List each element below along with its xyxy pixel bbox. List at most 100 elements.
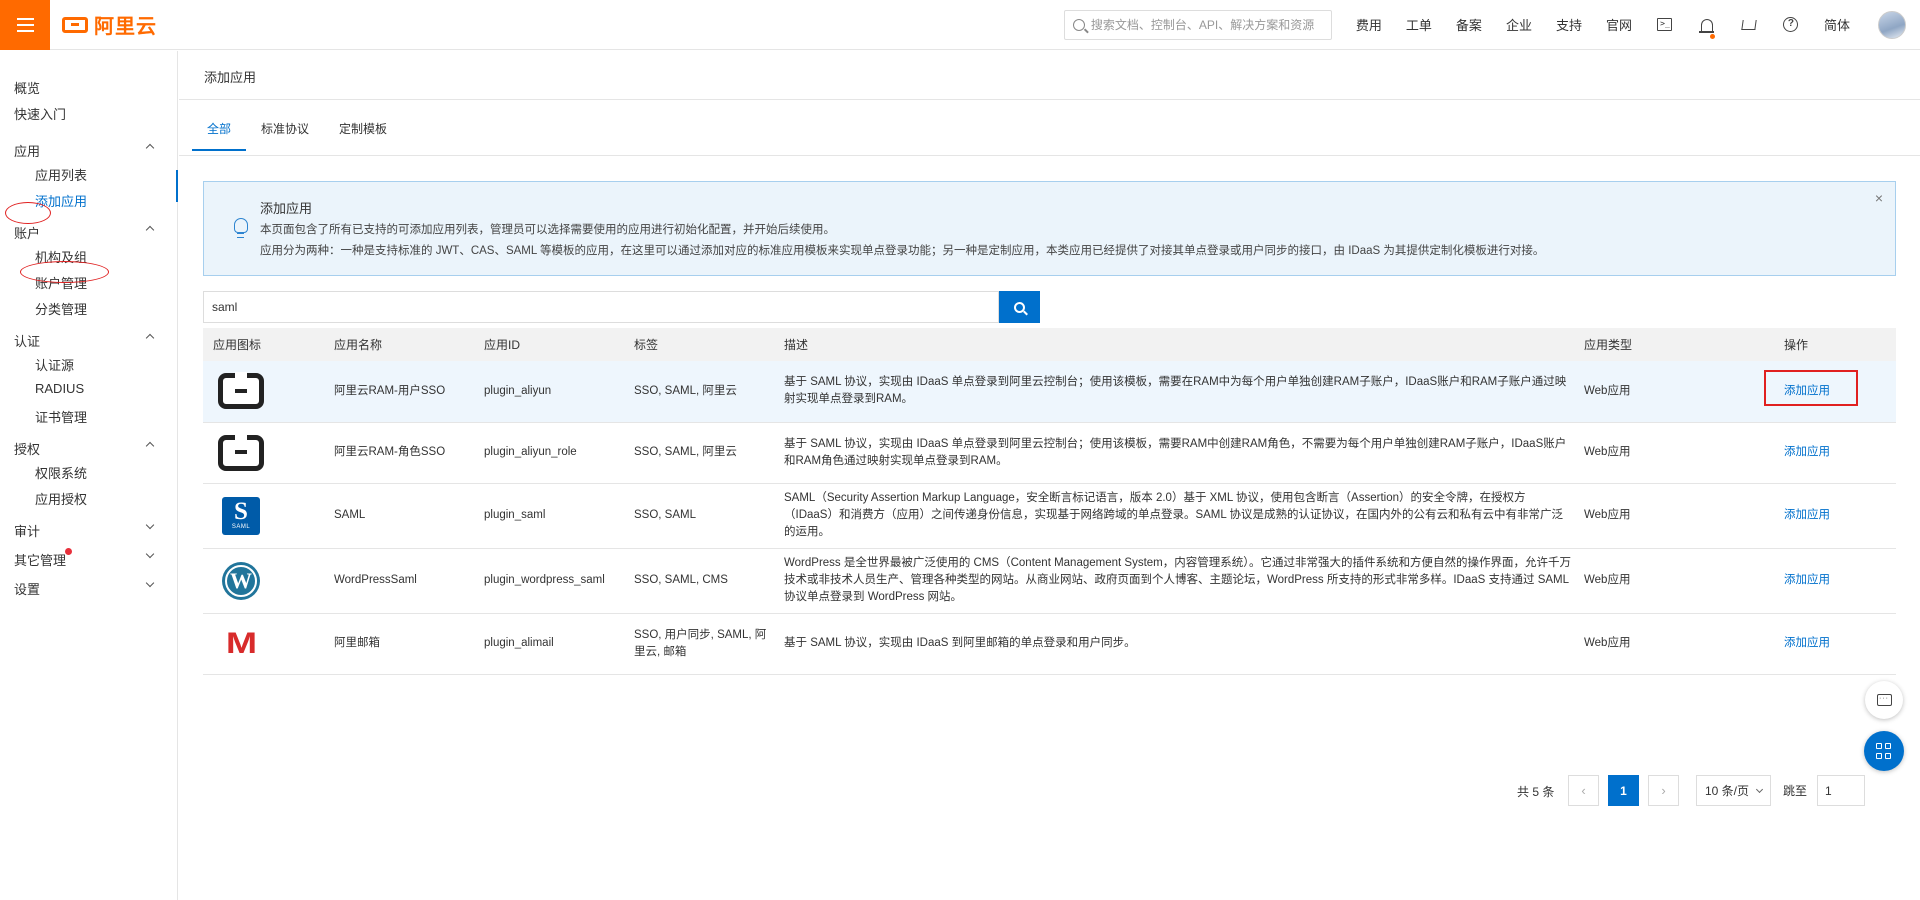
- lightbulb-icon: [234, 218, 248, 238]
- chat-float-button[interactable]: ···: [1865, 681, 1903, 719]
- terminal-button[interactable]: >_: [1644, 18, 1686, 31]
- app-icon-cell: M: [203, 613, 324, 675]
- sidebar-group-settings[interactable]: 设置: [14, 579, 40, 598]
- help-icon: ?: [1783, 17, 1799, 32]
- app-name: 阿里邮箱: [324, 613, 474, 675]
- tab-standard[interactable]: 标准协议: [246, 117, 324, 151]
- sidebar-group-app[interactable]: 应用: [14, 141, 40, 160]
- add-app-link[interactable]: 添加应用: [1784, 635, 1830, 652]
- top-link-official[interactable]: 官网: [1594, 15, 1644, 34]
- top-navbar: 阿里云 搜索文档、控制台、API、解决方案和资源 费用 工单 备案 企业 支持 …: [0, 0, 1920, 50]
- chevron-down-icon[interactable]: [145, 520, 155, 530]
- app-search-button[interactable]: [999, 291, 1040, 323]
- app-desc: 基于 SAML 协议，实现由 IDaaS 单点登录到阿里云控制台；使用该模板，需…: [774, 361, 1574, 423]
- sidebar-group-authorize[interactable]: 授权: [14, 439, 40, 458]
- top-link-support[interactable]: 支持: [1544, 15, 1594, 34]
- app-tags: SSO, SAML: [624, 483, 774, 549]
- app-tags: SSO, SAML, CMS: [624, 548, 774, 614]
- jump-label: 跳至: [1783, 784, 1808, 798]
- chevron-up-icon[interactable]: [145, 441, 155, 451]
- pagination-next-button[interactable]: ›: [1648, 775, 1679, 806]
- app-action-cell: 添加应用: [1774, 613, 1896, 675]
- app-action-cell: 添加应用: [1774, 548, 1896, 614]
- add-app-link[interactable]: 添加应用: [1784, 572, 1830, 589]
- app-name: WordPressSaml: [324, 548, 474, 614]
- sidebar-item-app-authz[interactable]: 应用授权: [35, 489, 87, 508]
- sidebar-item-app-list[interactable]: 应用列表: [35, 165, 87, 184]
- pagination-page-1[interactable]: 1: [1608, 775, 1639, 806]
- sidebar-item-auth-source[interactable]: 认证源: [35, 355, 74, 374]
- add-app-link-label: 添加应用: [1784, 384, 1830, 397]
- app-type: Web应用: [1574, 483, 1774, 549]
- sidebar-item-account-mgmt[interactable]: 账户管理: [35, 273, 87, 292]
- sidebar-group-other[interactable]: 其它管理: [14, 550, 66, 569]
- app-type: Web应用: [1574, 613, 1774, 675]
- table-row: M 阿里邮箱 plugin_alimail SSO, 用户同步, SAML, 阿…: [203, 613, 1896, 675]
- column-header: 标签: [624, 328, 774, 361]
- app-icon-cell: W: [203, 548, 324, 614]
- sidebar-group-auth[interactable]: 认证: [14, 331, 40, 350]
- aliyun-logo[interactable]: 阿里云: [62, 10, 157, 39]
- pagination: ‹ 1 › 10 条/页 跳至: [1568, 775, 1866, 806]
- sidebar-item-quickstart[interactable]: 快速入门: [14, 104, 66, 123]
- page-size-value: 10 条/页: [1705, 784, 1750, 798]
- top-link-enterprise[interactable]: 企业: [1494, 15, 1544, 34]
- sidebar-group-account[interactable]: 账户: [14, 223, 40, 242]
- close-icon[interactable]: ×: [1875, 190, 1883, 206]
- app-tags: SSO, 用户同步, SAML, 阿里云, 邮箱: [624, 613, 774, 675]
- top-right-area: 搜索文档、控制台、API、解决方案和资源 费用 工单 备案 企业 支持 官网 >…: [1063, 0, 1920, 50]
- sidebar-item-overview[interactable]: 概览: [14, 78, 40, 97]
- sidebar: 概览 快速入门 应用 应用列表 添加应用 账户 机构及组 账户管理 分类管理 认…: [0, 51, 178, 900]
- notification-dot: [1709, 33, 1715, 39]
- tab-custom[interactable]: 定制模板: [324, 117, 402, 151]
- sidebar-item-radius[interactable]: RADIUS: [35, 381, 84, 396]
- grid-icon: [1876, 743, 1892, 759]
- pagination-prev-button[interactable]: ‹: [1568, 775, 1599, 806]
- apps-float-button[interactable]: [1864, 731, 1904, 771]
- chevron-down-icon[interactable]: [145, 549, 155, 559]
- chevron-up-icon[interactable]: [145, 225, 155, 235]
- sidebar-item-perm-system[interactable]: 权限系统: [35, 463, 87, 482]
- app-name: SAML: [324, 483, 474, 549]
- app-desc: WordPress 是全世界最被广泛使用的 CMS（Content Manage…: [774, 548, 1574, 614]
- app-id: plugin_aliyun_role: [474, 422, 624, 484]
- page-size-select[interactable]: 10 条/页: [1696, 775, 1772, 806]
- sidebar-group-audit[interactable]: 审计: [14, 521, 40, 540]
- chevron-down-icon[interactable]: [145, 578, 155, 588]
- app-id: plugin_aliyun: [474, 361, 624, 423]
- aliyun-logo-icon: [218, 372, 264, 410]
- global-search-input[interactable]: 搜索文档、控制台、API、解决方案和资源: [1063, 9, 1332, 40]
- help-button[interactable]: ?: [1770, 17, 1812, 32]
- chevron-up-icon[interactable]: [145, 333, 155, 343]
- cart-button[interactable]: [1728, 19, 1770, 30]
- sidebar-item-cert-mgmt[interactable]: 证书管理: [35, 407, 87, 426]
- add-app-link[interactable]: 添加应用: [1784, 444, 1830, 461]
- app-tags: SSO, SAML, 阿里云: [624, 422, 774, 484]
- column-header: 应用类型: [1574, 328, 1774, 361]
- sidebar-item-category-mgmt[interactable]: 分类管理: [35, 299, 87, 318]
- avatar[interactable]: [1878, 10, 1906, 39]
- tab-bar: 全部 标准协议 定制模板: [192, 117, 402, 151]
- column-header: 应用名称: [324, 328, 474, 361]
- jump-page-input[interactable]: [1817, 775, 1866, 806]
- hamburger-menu-icon[interactable]: [0, 0, 50, 50]
- top-link-ticket[interactable]: 工单: [1394, 15, 1444, 34]
- notification-button[interactable]: [1686, 18, 1728, 39]
- language-switch[interactable]: 简体: [1812, 15, 1862, 34]
- sidebar-active-indicator: [176, 170, 178, 202]
- app-desc: SAML（Security Assertion Markup Language，…: [774, 483, 1574, 549]
- column-header: 操作: [1774, 328, 1896, 361]
- chevron-up-icon[interactable]: [145, 143, 155, 153]
- notice-text: 本页面包含了所有已支持的可添加应用列表，管理员可以选择需要使用的应用进行初始化配…: [260, 224, 835, 236]
- app-table: 应用图标 应用名称 应用ID 标签 描述 应用类型 操作 阿里云RAM-用户SS…: [203, 328, 1896, 675]
- divider: [179, 99, 1920, 100]
- sidebar-item-add-app[interactable]: 添加应用: [35, 191, 87, 210]
- logo-text: 阿里云: [94, 16, 157, 38]
- app-search-input[interactable]: [203, 291, 999, 323]
- sidebar-item-org[interactable]: 机构及组: [35, 247, 87, 266]
- top-link-billing[interactable]: 费用: [1344, 15, 1394, 34]
- add-app-link[interactable]: 添加应用: [1784, 507, 1830, 524]
- add-app-link[interactable]: 添加应用: [1764, 369, 1858, 406]
- top-link-icp[interactable]: 备案: [1444, 15, 1494, 34]
- tab-all[interactable]: 全部: [192, 117, 247, 151]
